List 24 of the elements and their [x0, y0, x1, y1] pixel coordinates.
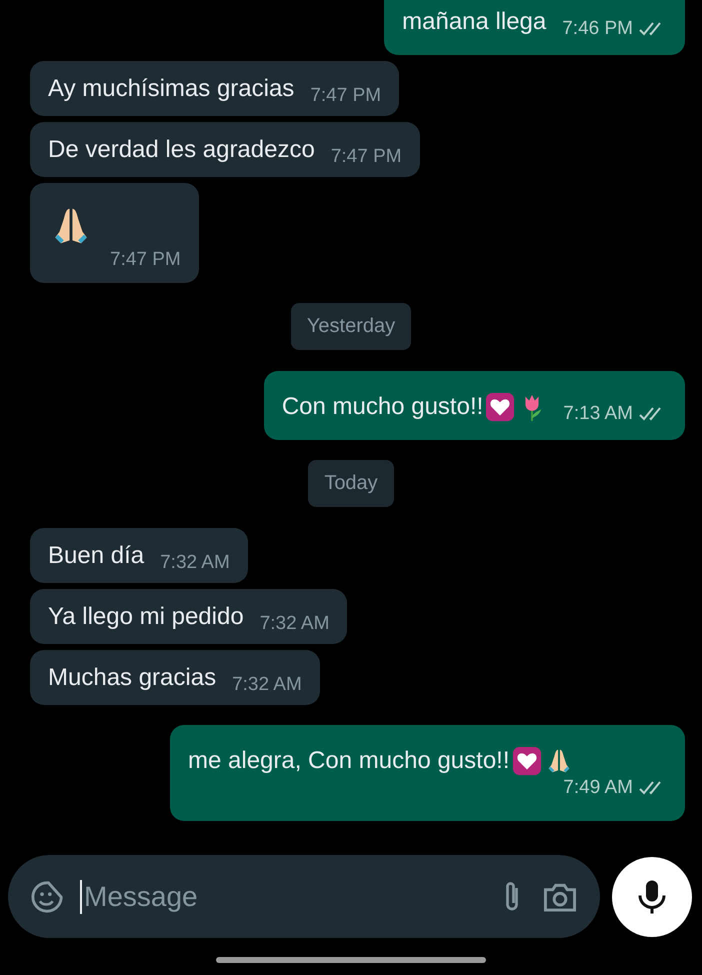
- message-text: mañana llega: [402, 7, 546, 37]
- message-time: 7:32 AM: [260, 613, 330, 635]
- message-field[interactable]: Message: [80, 880, 482, 914]
- message-text: Ay muchísimas gracias: [48, 74, 294, 104]
- sticker-button[interactable]: [30, 880, 64, 914]
- message-input-bar[interactable]: Message: [8, 855, 600, 938]
- message-text: De verdad les agradezco: [48, 135, 315, 165]
- message-time: 7:13 AM: [563, 403, 633, 425]
- message-time: 7:47 PM: [310, 85, 382, 107]
- date-chip: Today: [308, 460, 394, 507]
- message-time: 7:46 PM: [562, 18, 633, 40]
- date-chip: Yesterday: [290, 303, 412, 350]
- message-time: 7:32 AM: [232, 674, 302, 696]
- message-text: Con mucho gusto!!: [282, 392, 484, 422]
- message-time: 7:49 AM: [563, 777, 633, 799]
- message-time: 7:47 PM: [330, 146, 402, 168]
- message-text: Ya llego mi pedido: [48, 602, 244, 632]
- message-text: Muchas gracias: [48, 663, 216, 693]
- sticker-icon: [30, 880, 64, 914]
- microphone-icon: [637, 879, 667, 915]
- message-time: 7:47 PM: [110, 249, 181, 271]
- message-text: Buen día: [48, 541, 144, 571]
- message-text: me alegra, Con mucho gusto!!: [188, 746, 510, 776]
- message-time: 7:32 AM: [160, 552, 230, 574]
